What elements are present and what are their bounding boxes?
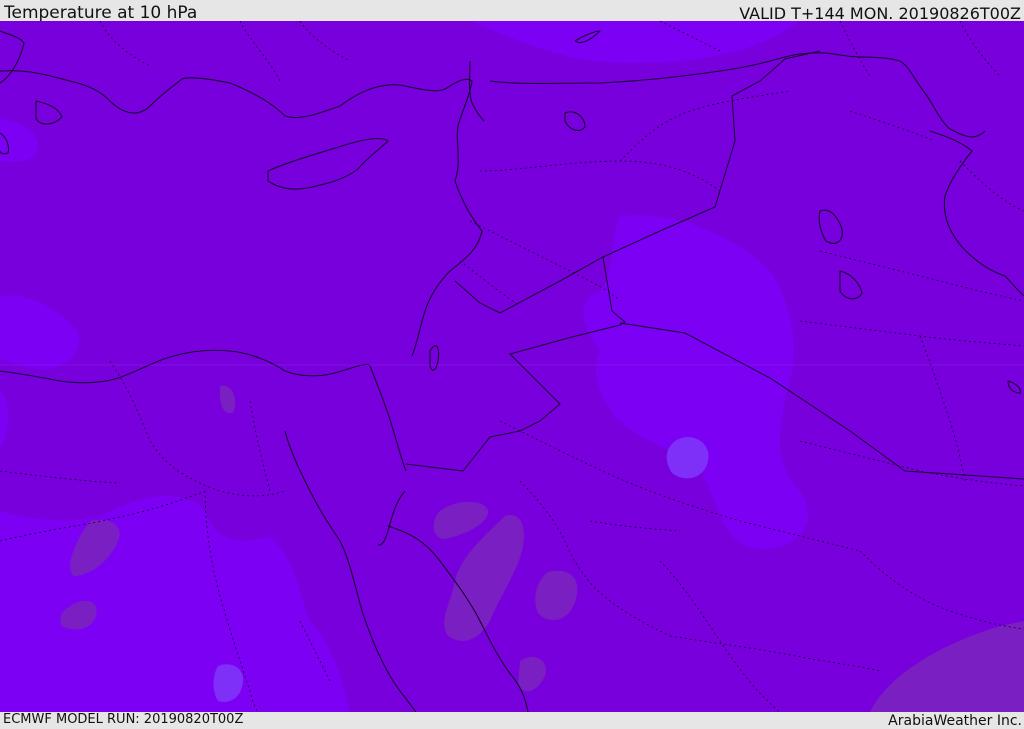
map-title: Temperature at 10 hPa bbox=[4, 3, 198, 23]
model-run-label: ECMWF MODEL RUN: 20190820T00Z bbox=[3, 712, 244, 727]
temperature-map bbox=[0, 21, 1024, 712]
credit-label: ArabiaWeather Inc. bbox=[888, 713, 1022, 729]
header-bar: Temperature at 10 hPa VALID T+144 MON. 2… bbox=[0, 0, 1024, 23]
footer-bar: ECMWF MODEL RUN: 20190820T00Z ArabiaWeat… bbox=[0, 712, 1024, 729]
